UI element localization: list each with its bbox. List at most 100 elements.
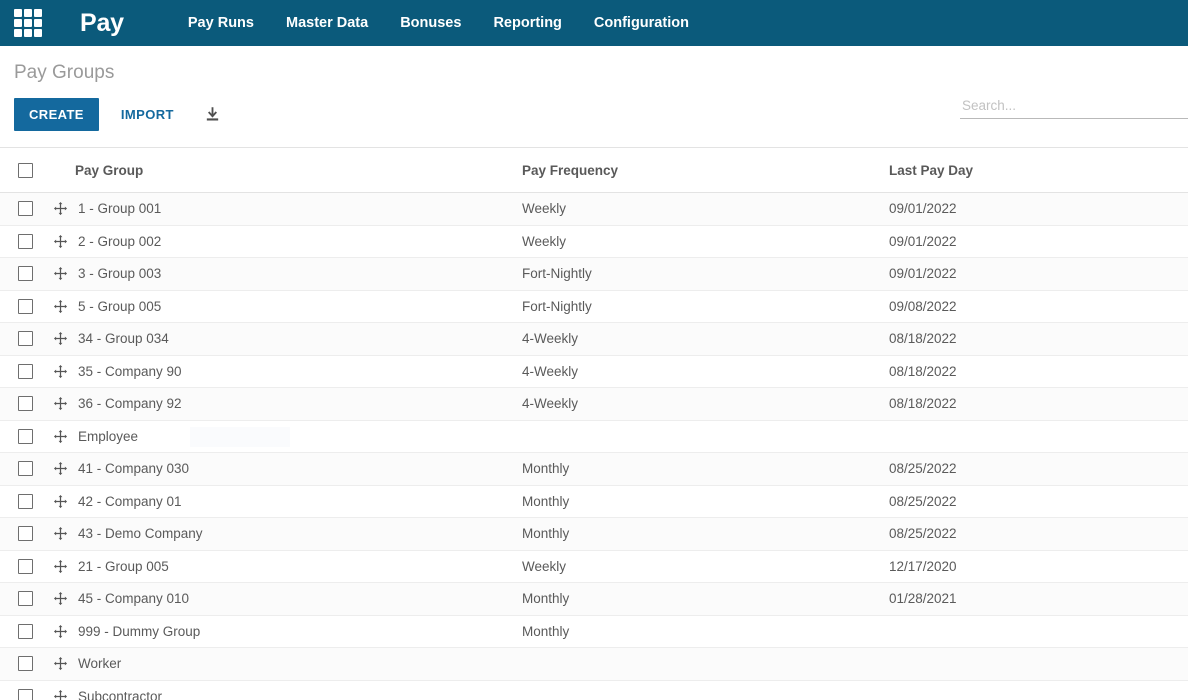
create-button[interactable]: CREATE xyxy=(14,98,99,131)
row-select-cell xyxy=(0,461,44,477)
table-header-row: Pay Group Pay Frequency Last Pay Day xyxy=(0,147,1188,193)
row-select-cell xyxy=(0,298,44,314)
row-checkbox[interactable] xyxy=(17,461,33,477)
cell-last-pay-day: 08/25/2022 xyxy=(889,526,957,542)
table-row[interactable]: 43 - Demo Company Monthly 08/25/2022 xyxy=(0,518,1188,551)
cell-last-pay-day: 09/08/2022 xyxy=(889,298,957,314)
row-checkbox[interactable] xyxy=(17,331,33,347)
row-checkbox[interactable] xyxy=(17,656,33,672)
drag-handle-icon[interactable] xyxy=(52,363,69,380)
pay-group-name: Worker xyxy=(78,656,122,672)
table-row[interactable]: Worker xyxy=(0,648,1188,681)
nav-item-configuration[interactable]: Configuration xyxy=(578,0,705,46)
drag-handle-icon[interactable] xyxy=(52,590,69,607)
brand-logo[interactable]: Pay xyxy=(80,10,124,36)
table-row[interactable]: 42 - Company 01 Monthly 08/25/2022 xyxy=(0,485,1188,518)
cell-pay-group: 45 - Company 010 xyxy=(44,590,510,607)
table-row[interactable]: 35 - Company 90 4-Weekly 08/18/2022 xyxy=(0,355,1188,388)
row-checkbox[interactable] xyxy=(17,591,33,607)
download-icon[interactable] xyxy=(198,102,227,127)
row-checkbox[interactable] xyxy=(17,266,33,282)
table-row[interactable]: 41 - Company 030 Monthly 08/25/2022 xyxy=(0,453,1188,486)
import-button[interactable]: IMPORT xyxy=(107,98,188,131)
pay-group-name: Employee xyxy=(78,428,139,444)
cell-pay-frequency: Monthly xyxy=(522,526,570,542)
cell-pay-group: 41 - Company 030 xyxy=(44,460,510,477)
page-header: Pay Groups CREATE IMPORT xyxy=(0,46,1188,147)
cell-last-pay-day: 01/28/2021 xyxy=(889,591,957,607)
nav-item-master-data[interactable]: Master Data xyxy=(270,0,384,46)
row-checkbox[interactable] xyxy=(17,493,33,509)
table-row[interactable]: 3 - Group 003 Fort-Nightly 09/01/2022 xyxy=(0,258,1188,291)
pay-group-name: 43 - Demo Company xyxy=(78,526,203,542)
cell-pay-frequency: Monthly xyxy=(522,591,570,607)
drag-handle-icon[interactable] xyxy=(52,525,69,542)
drag-handle-icon[interactable] xyxy=(52,558,69,575)
drag-handle-icon[interactable] xyxy=(52,233,69,250)
table-row[interactable]: 5 - Group 005 Fort-Nightly 09/08/2022 xyxy=(0,290,1188,323)
cell-pay-frequency: 4-Weekly xyxy=(522,396,579,412)
row-checkbox[interactable] xyxy=(17,396,33,412)
cell-last-pay-day: 09/01/2022 xyxy=(889,266,957,282)
cell-last-pay-day: 09/01/2022 xyxy=(889,201,957,217)
row-checkbox[interactable] xyxy=(17,623,33,639)
row-select-cell xyxy=(0,233,44,249)
table-row[interactable]: 21 - Group 005 Weekly 12/17/2020 xyxy=(0,550,1188,583)
column-header-pay-group[interactable]: Pay Group xyxy=(44,163,510,178)
nav-item-pay-runs[interactable]: Pay Runs xyxy=(172,0,270,46)
table-row[interactable]: 999 - Dummy Group Monthly xyxy=(0,615,1188,648)
cell-last-pay-day: 08/18/2022 xyxy=(889,363,957,379)
pay-group-name: 21 - Group 005 xyxy=(78,558,169,574)
column-header-last-pay-day[interactable]: Last Pay Day xyxy=(876,163,1188,178)
pay-group-name: 45 - Company 010 xyxy=(78,591,190,607)
row-checkbox[interactable] xyxy=(17,201,33,217)
pay-group-name: 35 - Company 90 xyxy=(78,363,182,379)
row-checkbox[interactable] xyxy=(17,428,33,444)
row-checkbox[interactable] xyxy=(17,233,33,249)
cell-pay-frequency: Fort-Nightly xyxy=(522,266,592,282)
drag-handle-icon[interactable] xyxy=(52,655,69,672)
drag-handle-icon[interactable] xyxy=(52,200,69,217)
drag-handle-icon[interactable] xyxy=(52,265,69,282)
cell-pay-group: Subcontractor xyxy=(44,688,510,700)
table-row[interactable]: Subcontractor xyxy=(0,680,1188,700)
row-select-cell xyxy=(0,623,44,639)
row-select-cell xyxy=(0,266,44,282)
row-checkbox[interactable] xyxy=(17,688,33,700)
cell-last-pay-day: 09/01/2022 xyxy=(889,233,957,249)
table-row[interactable]: 1 - Group 001 Weekly 09/01/2022 xyxy=(0,193,1188,226)
drag-handle-icon[interactable] xyxy=(52,428,69,445)
drag-handle-icon[interactable] xyxy=(52,688,69,700)
grid-apps-icon[interactable] xyxy=(14,9,42,37)
table-row[interactable]: Employee xyxy=(0,420,1188,453)
pay-group-name: 36 - Company 92 xyxy=(78,396,182,412)
row-checkbox[interactable] xyxy=(17,558,33,574)
nav-item-reporting[interactable]: Reporting xyxy=(477,0,577,46)
table-row[interactable]: 2 - Group 002 Weekly 09/01/2022 xyxy=(0,225,1188,258)
cell-pay-frequency: Weekly xyxy=(522,201,567,217)
pay-group-name: 42 - Company 01 xyxy=(78,493,182,509)
pay-group-name: Subcontractor xyxy=(78,688,163,700)
drag-handle-icon[interactable] xyxy=(52,298,69,315)
cell-last-pay-day: 08/18/2022 xyxy=(889,331,957,347)
cell-pay-group: 21 - Group 005 xyxy=(44,558,510,575)
table-row[interactable]: 34 - Group 034 4-Weekly 08/18/2022 xyxy=(0,323,1188,356)
drag-handle-icon[interactable] xyxy=(52,395,69,412)
pay-group-name: 1 - Group 001 xyxy=(78,201,162,217)
table-row[interactable]: 36 - Company 92 4-Weekly 08/18/2022 xyxy=(0,388,1188,421)
row-checkbox[interactable] xyxy=(17,298,33,314)
row-checkbox[interactable] xyxy=(17,363,33,379)
nav-item-bonuses[interactable]: Bonuses xyxy=(384,0,477,46)
page-title: Pay Groups xyxy=(14,62,115,83)
drag-handle-icon[interactable] xyxy=(52,460,69,477)
drag-handle-icon[interactable] xyxy=(52,330,69,347)
drag-handle-icon[interactable] xyxy=(52,623,69,640)
drag-handle-icon[interactable] xyxy=(52,493,69,510)
cell-pay-group: 36 - Company 92 xyxy=(44,395,510,412)
search-input[interactable] xyxy=(960,96,1188,119)
row-select-cell xyxy=(0,688,44,700)
column-header-pay-frequency[interactable]: Pay Frequency xyxy=(510,163,876,178)
row-checkbox[interactable] xyxy=(17,526,33,542)
select-all-checkbox[interactable] xyxy=(17,162,33,178)
table-row[interactable]: 45 - Company 010 Monthly 01/28/2021 xyxy=(0,583,1188,616)
